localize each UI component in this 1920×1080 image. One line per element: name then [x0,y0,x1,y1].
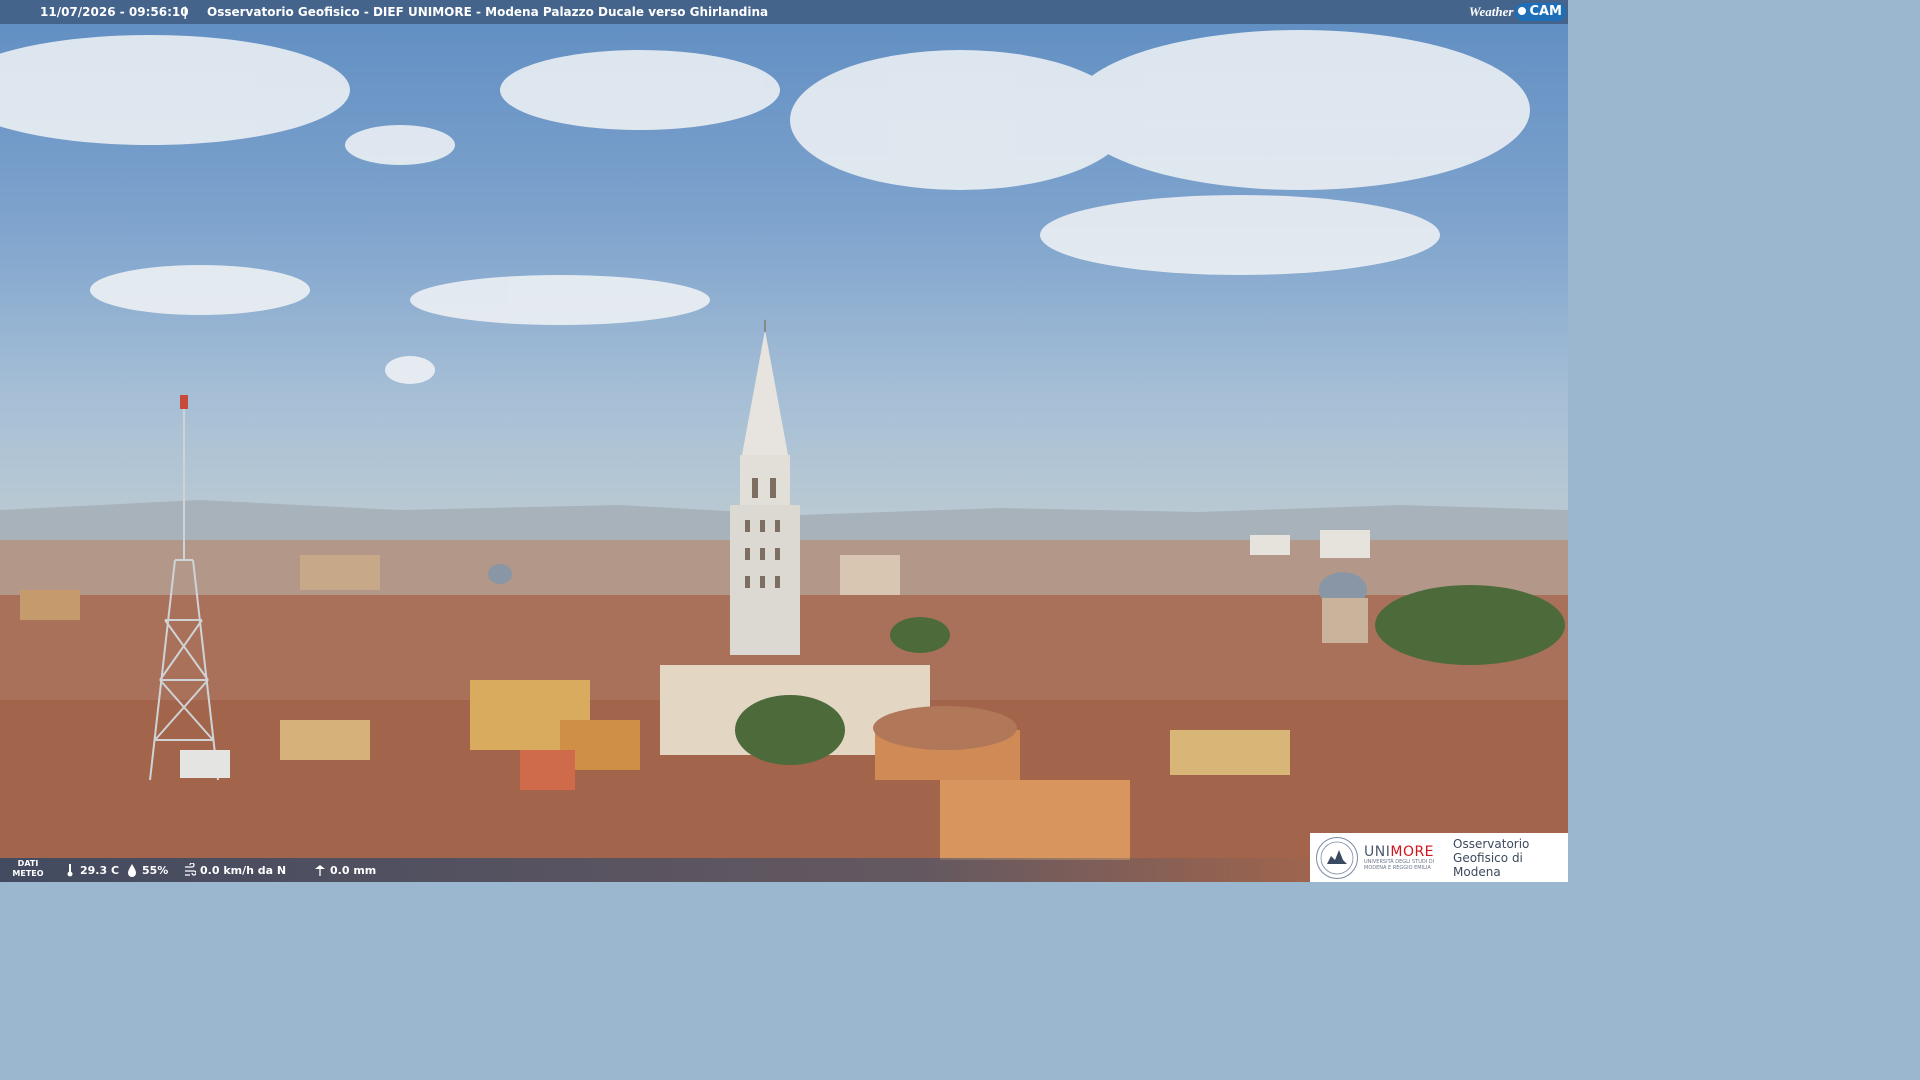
rain-reading: 0.0 mm [314,858,376,882]
humidity-reading: 55% [126,858,168,882]
dome-left [488,564,512,584]
timestamp: 11/07/2026 - 09:56:10 [40,5,189,19]
wind-icon [185,863,196,876]
wind-value: 0.0 km/h da N [200,863,287,877]
header-separator: | [183,5,188,19]
unimore-subtitle: UNIVERSITÀ DEGLI STUDI DI MODENA E REGGI… [1364,858,1435,871]
city-panorama [0,30,1568,882]
brand-cam-text: CAM [1515,3,1566,21]
rain-value: 0.0 mm [330,863,377,877]
university-seal-icon [1316,836,1358,879]
brand-weather-text: Weather [1468,4,1514,19]
weather-data-label: DATI METEO [12,859,44,878]
unimore-wordmark: UNIMORE UNIVERSITÀ DEGLI STUDI DI MODENA… [1364,845,1443,871]
wind-reading: 0.0 km/h da N [184,858,286,882]
thermometer-icon [67,864,73,877]
unimore-observatory-logo: UNIMORE UNIVERSITÀ DEGLI STUDI DI MODENA… [1310,833,1568,882]
weathercam-logo[interactable]: Weather CAM [1469,2,1566,22]
humidity-drop-icon [128,864,136,877]
observatory-name: Osservatorio Geofisico di Modena [1453,836,1530,879]
temperature-reading: 29.3 C [64,858,119,882]
humidity-value: 55% [142,863,169,877]
rain-gauge-icon [315,865,325,876]
ghirlandina-tower [730,320,800,655]
weather-data-bar: DATI METEO 29.3 C 55% 0.0 km/h da N 0.0 … [0,858,1330,882]
camera-header-bar: 11/07/2026 - 09:56:10 | Osservatorio Geo… [0,0,1568,24]
temperature-value: 29.3 C [80,863,120,877]
dome-round [873,706,1017,750]
camera-title: Osservatorio Geofisico - DIEF UNIMORE - … [207,5,769,19]
